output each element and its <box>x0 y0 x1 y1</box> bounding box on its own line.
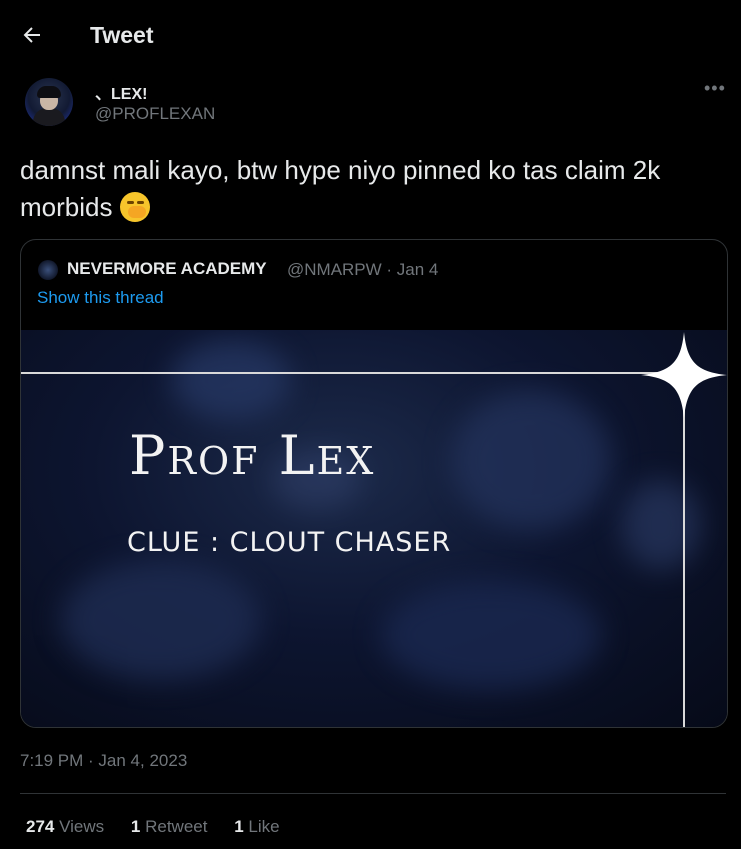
quoted-author-handle-date: @NMARPW · Jan 4 <box>287 260 439 279</box>
tweet-stats: 274 Views 1 Retweet 1 Like <box>26 817 302 837</box>
media-subtitle: CLUE : CLOUT CHASER <box>127 527 452 558</box>
avatar[interactable] <box>25 78 73 126</box>
likes-stat[interactable]: 1 Like <box>234 817 279 836</box>
face-with-hand-over-mouth-emoji-icon <box>119 192 150 222</box>
quoted-avatar[interactable] <box>38 260 58 280</box>
decorative-line <box>21 372 661 374</box>
page-title: Tweet <box>90 22 154 48</box>
more-icon[interactable]: ••• <box>704 78 726 99</box>
sparkle-icon <box>641 332 727 418</box>
quoted-author-name[interactable]: NEVERMORE ACADEMY <box>67 259 267 279</box>
quoted-tweet[interactable]: NEVERMORE ACADEMY @NMARPW · Jan 4 Show t… <box>20 239 728 728</box>
tweet-timestamp[interactable]: 7:19 PM · Jan 4, 2023 <box>20 751 187 771</box>
top-bar: Tweet <box>0 0 741 70</box>
media-title: Prof Lex <box>129 424 376 487</box>
tweet-body: damnst mali kayo, btw hype niyo pinned k… <box>20 155 661 222</box>
back-arrow-icon[interactable] <box>20 23 44 47</box>
views-stat[interactable]: 274 Views <box>26 817 104 836</box>
divider <box>20 793 726 794</box>
author-display-name[interactable]: 、LEX! <box>95 80 147 104</box>
quoted-media-image[interactable]: Prof Lex CLUE : CLOUT CHASER <box>21 330 727 727</box>
decorative-line <box>683 400 685 727</box>
author-handle[interactable]: @PROFLEXAN <box>95 104 215 124</box>
retweets-stat[interactable]: 1 Retweet <box>131 817 208 836</box>
tweet-text: damnst mali kayo, btw hype niyo pinned k… <box>20 152 720 226</box>
show-thread-link[interactable]: Show this thread <box>37 288 164 308</box>
